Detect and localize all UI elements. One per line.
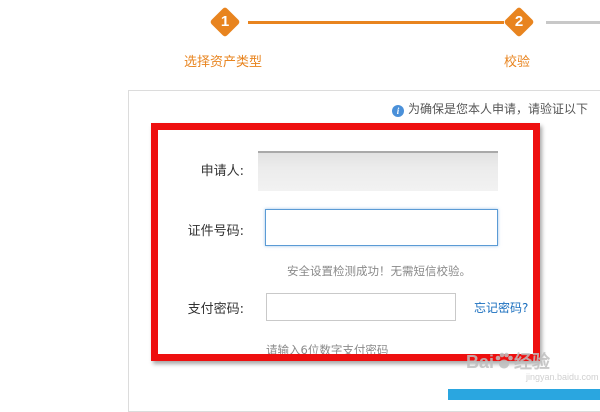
info-icon: i bbox=[392, 105, 404, 117]
step-connector-pending bbox=[546, 21, 600, 24]
progress-stepper: 1 2 选择资产类型 校验 bbox=[0, 0, 600, 80]
highlight-annotation-frame bbox=[151, 123, 540, 361]
step-1-marker: 1 bbox=[209, 6, 241, 38]
submit-button[interactable] bbox=[448, 389, 600, 400]
step-1-number: 1 bbox=[220, 13, 230, 30]
step-2-number: 2 bbox=[514, 13, 524, 30]
paw-logo-icon bbox=[495, 352, 513, 369]
baidu-jingyan-watermark: Bai 经验 jingyan.baidu.com bbox=[466, 348, 600, 384]
step-2-marker: 2 bbox=[503, 6, 535, 38]
step-2-label: 校验 bbox=[504, 55, 531, 70]
step-1-label: 选择资产类型 bbox=[184, 55, 263, 70]
step-connector-completed bbox=[248, 21, 504, 24]
watermark-text-2: 经验 bbox=[514, 352, 551, 372]
notice-text: 为确保是您本人申请，请验证以下 bbox=[408, 102, 589, 116]
watermark-url: jingyan.baidu.com bbox=[526, 372, 599, 382]
verification-notice: i 为确保是您本人申请，请验证以下 bbox=[392, 100, 588, 120]
watermark-text: Bai bbox=[466, 352, 495, 372]
